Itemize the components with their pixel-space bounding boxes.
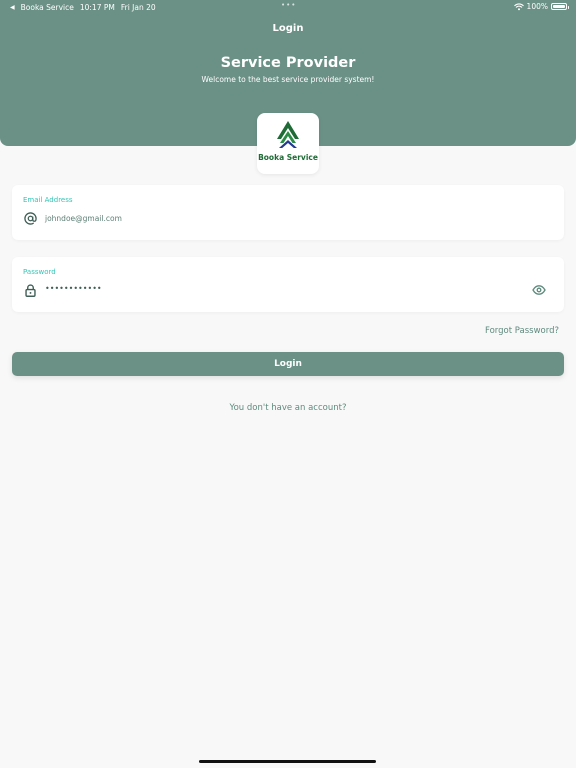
lock-icon — [25, 284, 36, 297]
at-sign-icon — [24, 212, 37, 225]
status-date: Fri Jan 20 — [120, 3, 156, 12]
password-input[interactable]: •••••••••••• — [45, 284, 102, 293]
status-time: 10:17 PM — [79, 3, 115, 12]
email-field[interactable]: Email Address johndoe@gmail.com — [12, 185, 564, 240]
home-indicator[interactable] — [199, 760, 376, 763]
password-label: Password — [23, 268, 56, 276]
email-label: Email Address — [23, 196, 73, 204]
battery-icon — [551, 3, 569, 10]
email-input[interactable]: johndoe@gmail.com — [45, 214, 122, 223]
battery-percent: 100% — [526, 2, 548, 11]
logo-card: Booka Service — [257, 113, 319, 174]
multitasking-dots-icon[interactable]: ••• — [281, 1, 296, 9]
login-button[interactable]: Login — [12, 352, 564, 376]
battery-fill — [553, 5, 565, 8]
back-arrow-icon[interactable]: ◀ — [10, 4, 15, 11]
wifi-icon — [513, 2, 524, 10]
page-title: Service Provider — [220, 55, 356, 71]
page-subtitle: Welcome to the best service provider sys… — [201, 75, 375, 84]
nav-title: Login — [272, 23, 304, 34]
eye-icon[interactable] — [532, 285, 546, 295]
status-right: 100% — [513, 2, 569, 11]
booka-leaf-logo — [277, 121, 299, 148]
password-field[interactable]: Password •••••••••••• — [12, 257, 564, 312]
back-app-label[interactable]: Booka Service — [21, 3, 74, 12]
logo-text: Booka Service — [258, 153, 318, 162]
status-left[interactable]: ◀ Booka Service 10:17 PM Fri Jan 20 — [10, 3, 156, 12]
signup-link[interactable]: You don't have an account? — [0, 403, 576, 413]
status-bar: ◀ Booka Service 10:17 PM Fri Jan 20 ••• … — [0, 0, 576, 14]
forgot-password-link[interactable]: Forgot Password? — [485, 326, 559, 336]
